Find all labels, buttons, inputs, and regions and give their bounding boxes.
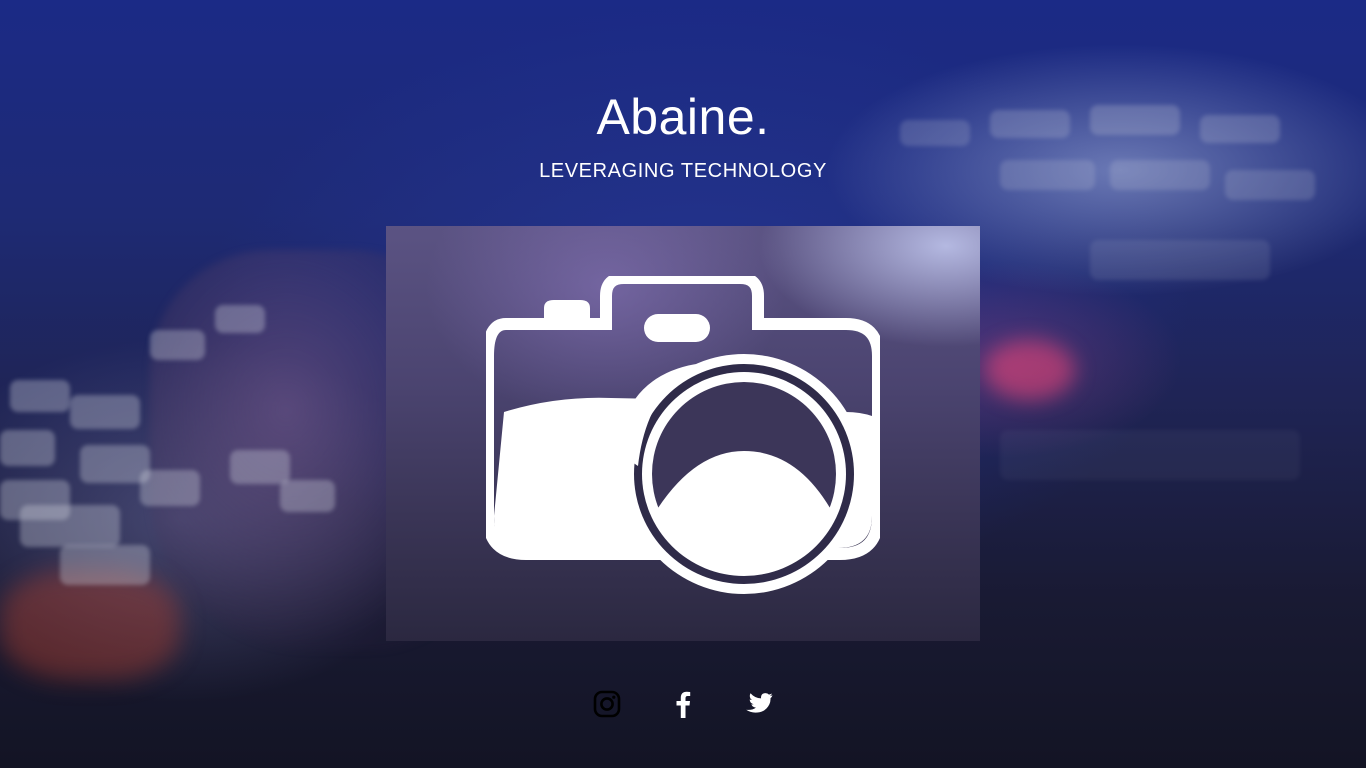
tagline: LEVERAGING TECHNOLOGY	[539, 160, 827, 182]
background-glow	[985, 340, 1075, 400]
background-key	[10, 380, 70, 412]
background-key	[60, 545, 150, 585]
background-key	[1000, 430, 1300, 480]
instagram-icon	[593, 690, 621, 718]
background-key	[80, 445, 150, 483]
background-key	[70, 395, 140, 429]
facebook-link[interactable]	[668, 686, 698, 722]
background-glow	[0, 570, 180, 680]
camera-icon	[486, 276, 880, 594]
facebook-icon	[676, 691, 691, 718]
hero-image	[386, 226, 980, 641]
twitter-icon	[746, 693, 773, 713]
social-links	[0, 686, 1366, 722]
background-key	[150, 330, 205, 360]
background-key	[140, 470, 200, 506]
instagram-link[interactable]	[592, 686, 622, 722]
brand-title: Abaine.	[596, 89, 770, 145]
background-key	[280, 480, 335, 512]
background-key	[0, 480, 70, 520]
background-key	[0, 430, 55, 466]
background-key	[215, 305, 265, 333]
landing-page: Abaine. LEVERAGING TECHNOLOGY	[0, 0, 1366, 768]
background-key	[20, 505, 120, 547]
background-key	[1090, 240, 1270, 280]
background-key	[230, 450, 290, 484]
twitter-link[interactable]	[744, 686, 774, 722]
